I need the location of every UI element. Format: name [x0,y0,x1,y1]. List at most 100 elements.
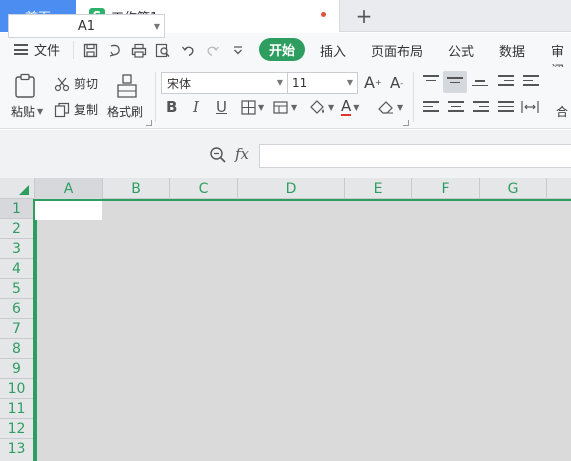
row-header-4[interactable]: 4 [0,259,33,279]
font-name-select[interactable]: 宋体 ▼ [161,72,288,94]
fill-color-button[interactable]: ▼ [308,99,334,116]
row-header: 1 2 3 4 5 6 7 8 9 10 11 12 13 [0,199,35,461]
chevron-down-icon: ▼ [37,107,44,116]
font-color-icon: A [341,97,352,116]
format-painter-icon[interactable] [115,73,139,99]
align-right-icon[interactable] [473,101,489,115]
tab-start[interactable]: 开始 [259,38,306,61]
clipboard-expand-icon[interactable] [146,120,152,126]
row-header-11[interactable]: 11 [0,399,33,419]
column-header-d[interactable]: D [238,178,345,199]
align-center-icon[interactable] [448,101,464,115]
increase-font-icon[interactable]: A + [364,73,382,92]
column-header-e[interactable]: E [345,178,412,199]
file-menu-label: 文件 [34,44,61,59]
row-header-13[interactable]: 13 [0,439,33,459]
cell-format-icon [273,101,288,114]
distributed-align-icon[interactable] [521,99,539,115]
zoom-icon[interactable] [209,146,227,168]
save-icon[interactable] [81,41,99,59]
active-cell-a1[interactable] [35,201,102,220]
chevron-down-icon: ▼ [258,103,265,112]
increase-indent-icon[interactable] [523,75,539,89]
borders-icon [241,100,256,115]
tab-page-layout[interactable]: 页面布局 [371,41,423,60]
eraser-icon [378,101,393,114]
row-header-10[interactable]: 10 [0,379,33,399]
column-header-b[interactable]: B [103,178,170,199]
insert-function-button[interactable]: fx [235,145,249,163]
formula-input[interactable] [259,144,571,168]
row-header-3[interactable]: 3 [0,239,33,259]
undo-icon[interactable] [179,41,197,59]
paste-button[interactable]: 粘贴 ▼ [11,103,43,120]
decrease-font-icon[interactable]: A- [390,74,403,92]
font-size-select[interactable]: 11 ▼ [287,72,358,94]
row-header-5[interactable]: 5 [0,279,33,299]
print-icon[interactable] [130,41,148,59]
unsaved-dot-icon [321,12,326,17]
column-header: A B C D E F G [0,178,571,199]
row-header-1[interactable]: 1 [0,199,33,219]
paste-label: 粘贴 [11,105,36,119]
tab-insert[interactable]: 插入 [320,41,346,60]
row-header-6[interactable]: 6 [0,299,33,319]
menu-bar: 文件 开始 插入 页面布局 公式 数据 审阅 [0,33,571,79]
bold-icon[interactable]: B [166,98,177,116]
italic-icon[interactable]: I [193,98,199,116]
copy-label: 复制 [74,103,99,117]
align-middle-icon [447,77,463,91]
divider [155,72,156,122]
font-color-button[interactable]: A ▼ [341,98,359,116]
chevron-down-icon: ▼ [397,102,404,112]
customize-toolbar-icon[interactable] [229,41,247,59]
copy-button[interactable]: 复制 [54,101,98,118]
scissors-icon [54,77,70,91]
font-name-value: 宋体 [167,76,192,91]
clear-button[interactable]: ▼ [377,99,403,115]
cut-label: 剪切 [74,77,99,91]
chevron-down-icon: ▼ [276,78,283,87]
add-tab-button[interactable]: + [352,4,376,28]
name-box[interactable]: A1 ▼ [8,14,165,38]
align-left-icon[interactable] [423,101,439,115]
row-header-7[interactable]: 7 [0,319,33,339]
copy-icon [54,102,70,117]
row-header-8[interactable]: 8 [0,339,33,359]
hamburger-icon [14,44,28,55]
chevron-down-icon: ▼ [291,103,298,112]
fill-bucket-icon [310,100,324,114]
redo-icon[interactable] [203,41,221,59]
print-preview-icon[interactable] [154,41,172,59]
column-header-g[interactable]: G [480,178,547,199]
tab-formulas[interactable]: 公式 [448,41,474,60]
column-header-a[interactable]: A [35,178,103,199]
column-header-c[interactable]: C [170,178,238,199]
justify-icon[interactable] [498,101,514,115]
decrease-indent-icon[interactable] [498,75,514,89]
row-header-9[interactable]: 9 [0,359,33,379]
font-expand-icon[interactable] [403,120,409,126]
column-header-f[interactable]: F [412,178,480,199]
cell-reference: A1 [77,18,96,34]
align-bottom-icon[interactable] [472,80,488,94]
cell-format-button[interactable]: ▼ [273,100,297,115]
output-icon[interactable] [106,41,124,59]
merge-button[interactable]: 合 [556,103,568,120]
paste-icon[interactable] [14,73,38,99]
chevron-down-icon: ▼ [346,78,353,87]
format-painter-label: 格式刷 [107,105,144,119]
sheet-selection-area[interactable] [35,199,571,461]
align-top-icon[interactable] [423,75,439,89]
format-painter-button[interactable]: 格式刷 [107,103,143,120]
file-menu[interactable]: 文件 [14,40,60,59]
chevron-down-icon: ▼ [328,103,335,112]
borders-button[interactable]: ▼ [241,100,264,115]
row-header-12[interactable]: 12 [0,419,33,439]
divider [73,41,74,59]
row-header-2[interactable]: 2 [0,219,33,239]
tab-data[interactable]: 数据 [499,41,525,60]
underline-icon[interactable]: U [216,98,227,116]
cut-button[interactable]: 剪切 [54,75,98,92]
select-all-corner[interactable] [0,178,35,199]
